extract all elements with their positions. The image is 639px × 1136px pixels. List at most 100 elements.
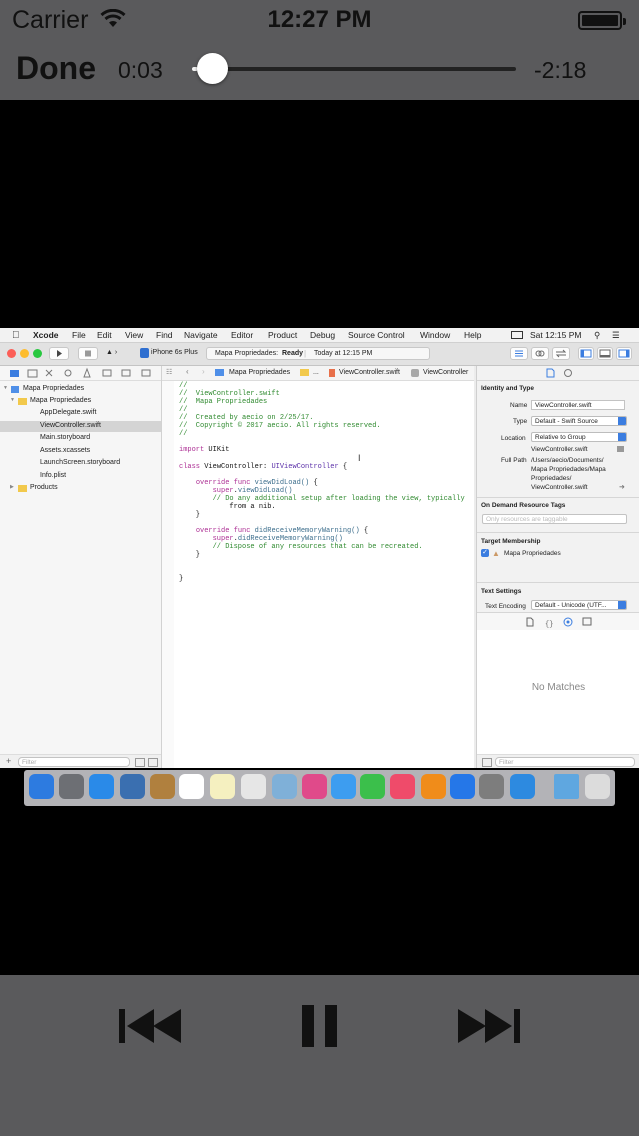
dock-app-icon[interactable]	[29, 774, 54, 799]
next-track-icon[interactable]	[455, 1007, 523, 1050]
utilities-toggle-icon[interactable]	[616, 347, 632, 360]
assistant-editor-icon[interactable]	[531, 347, 549, 360]
dock-app-icon[interactable]	[390, 774, 415, 799]
text-cursor-icon: I	[358, 453, 361, 463]
library-filter-input[interactable]: Filter	[495, 757, 635, 767]
code-area[interactable]: //// ViewController.swift// Mapa Proprie…	[162, 381, 474, 768]
navigator-item[interactable]: Main.storyboard	[0, 433, 161, 444]
disclosure-open-icon[interactable]: ▼	[10, 397, 15, 403]
pause-icon[interactable]	[300, 1003, 340, 1054]
scheme-selector[interactable]: ▲ ›	[106, 349, 117, 356]
menu-find[interactable]: Find	[156, 330, 173, 340]
menu-editor[interactable]: Editor	[231, 330, 253, 340]
jump-symbol[interactable]: ViewController	[423, 369, 468, 376]
dock-app-icon[interactable]	[450, 774, 475, 799]
class-icon	[411, 369, 419, 377]
navigator-item[interactable]: ▶ Products	[0, 483, 161, 494]
scrubber-track[interactable]	[192, 67, 516, 71]
dock-app-icon[interactable]	[120, 774, 145, 799]
folder-reveal-icon[interactable]	[617, 446, 624, 452]
dock-app-icon[interactable]	[302, 774, 327, 799]
navigator-item[interactable]: ViewController.swift	[0, 421, 161, 432]
encoding-select[interactable]: Default - Unicode (UTF...	[531, 600, 627, 610]
code-line: super.didReceiveMemoryWarning()	[212, 534, 343, 543]
dock-app-icon[interactable]	[510, 774, 535, 799]
jump-file[interactable]: ViewController.swift	[339, 369, 400, 376]
menu-window[interactable]: Window	[420, 330, 450, 340]
navigator-item[interactable]: ▼ Mapa Propriedades	[0, 396, 161, 407]
forward-arrow-icon[interactable]: ›	[202, 367, 205, 376]
menu-file[interactable]: File	[72, 330, 86, 340]
navigator-item[interactable]: ▼ Mapa Propriedades	[0, 384, 161, 395]
spotlight-icon[interactable]: ⚲	[594, 330, 600, 341]
disclosure-open-icon[interactable]: ▼	[3, 385, 8, 391]
menu-debug[interactable]: Debug	[310, 330, 335, 340]
jump-ellipsis[interactable]: ...	[313, 369, 319, 376]
menu-navigate[interactable]: Navigate	[184, 330, 218, 340]
menu-view[interactable]: View	[125, 330, 143, 340]
zoom-window-button[interactable]	[33, 349, 42, 358]
navigator-item[interactable]: Assets.xcassets	[0, 446, 161, 457]
dock-app-icon[interactable]	[59, 774, 84, 799]
code-line: from a nib.	[179, 502, 276, 511]
reveal-in-finder-icon[interactable]: ➜	[619, 483, 625, 491]
location-select[interactable]: Relative to Group	[531, 432, 627, 442]
dock-app-icon[interactable]	[331, 774, 356, 799]
back-arrow-icon[interactable]: ‹	[186, 367, 189, 376]
dock-app-icon[interactable]	[360, 774, 385, 799]
debug-toggle-icon[interactable]	[597, 347, 613, 360]
device-selector[interactable]: iPhone 6s Plus	[151, 349, 198, 356]
dock-app-icon[interactable]	[585, 774, 610, 799]
previous-track-icon[interactable]	[117, 1007, 185, 1050]
navigator-item[interactable]: LaunchScreen.storyboard	[0, 458, 161, 469]
navigator-filter-input[interactable]: Filter	[18, 757, 130, 767]
navigator-item[interactable]: Info.plist	[0, 471, 161, 482]
add-icon[interactable]: +	[6, 756, 11, 766]
type-select[interactable]: Default - Swift Source	[531, 416, 627, 426]
recent-files-icon[interactable]	[135, 758, 145, 767]
code-line: override func didReceiveMemoryWarning() …	[195, 526, 369, 535]
done-button[interactable]: Done	[16, 50, 96, 87]
dock-app-icon[interactable]	[89, 774, 114, 799]
chevron-down-icon	[618, 601, 626, 609]
dock-app-icon[interactable]	[554, 774, 579, 799]
navigator-item-label: ViewController.swift	[40, 422, 101, 429]
dock-app-icon[interactable]	[272, 774, 297, 799]
source-control-filter-icon[interactable]	[148, 758, 158, 767]
dock-app-icon[interactable]	[421, 774, 446, 799]
type-label: Type	[513, 418, 528, 425]
dock-app-icon[interactable]	[479, 774, 504, 799]
menu-xcode[interactable]: Xcode	[33, 330, 59, 340]
dock-app-icon[interactable]	[210, 774, 235, 799]
menu-product[interactable]: Product	[268, 330, 297, 340]
view-mode-icon[interactable]	[482, 758, 492, 767]
minimize-window-button[interactable]	[20, 349, 29, 358]
run-button[interactable]	[49, 347, 69, 360]
airplay-icon[interactable]	[511, 331, 523, 339]
dock-app-icon[interactable]	[150, 774, 175, 799]
scrubber-thumb[interactable]	[197, 53, 228, 84]
odr-tags-field[interactable]: Only resources are taggable	[482, 514, 627, 524]
video-frame:  Xcode File Edit View Find Navigate Edi…	[0, 328, 639, 768]
close-window-button[interactable]	[7, 349, 16, 358]
menu-help[interactable]: Help	[464, 330, 481, 340]
menu-source-control[interactable]: Source Control	[348, 330, 405, 340]
name-field[interactable]: ViewController.swift	[531, 400, 625, 410]
navigator-toggle-icon[interactable]	[578, 347, 594, 360]
navigator-item-label: AppDelegate.swift	[40, 409, 97, 416]
disclosure-closed-icon[interactable]: ▶	[10, 484, 14, 490]
navigator-item[interactable]: AppDelegate.swift	[0, 408, 161, 419]
stop-button[interactable]	[78, 347, 98, 360]
standard-editor-icon[interactable]	[510, 347, 528, 360]
jump-project[interactable]: Mapa Propriedades	[229, 369, 290, 376]
project-navigator: ▼ Mapa Propriedades ▼ Mapa Propriedades AppD…	[0, 366, 162, 768]
version-editor-icon[interactable]	[552, 347, 570, 360]
dock-app-icon[interactable]	[179, 774, 204, 799]
dock-app-icon[interactable]	[241, 774, 266, 799]
menu-edit[interactable]: Edit	[97, 330, 112, 340]
related-items-icon[interactable]: ☷	[166, 368, 172, 376]
source-editor[interactable]: ☷ ‹ › Mapa Propriedades ... ViewControll…	[162, 366, 474, 768]
mac-dock	[24, 770, 615, 806]
target-checkbox[interactable]: ✓	[481, 549, 489, 557]
list-icon[interactable]: ☰	[612, 330, 620, 341]
